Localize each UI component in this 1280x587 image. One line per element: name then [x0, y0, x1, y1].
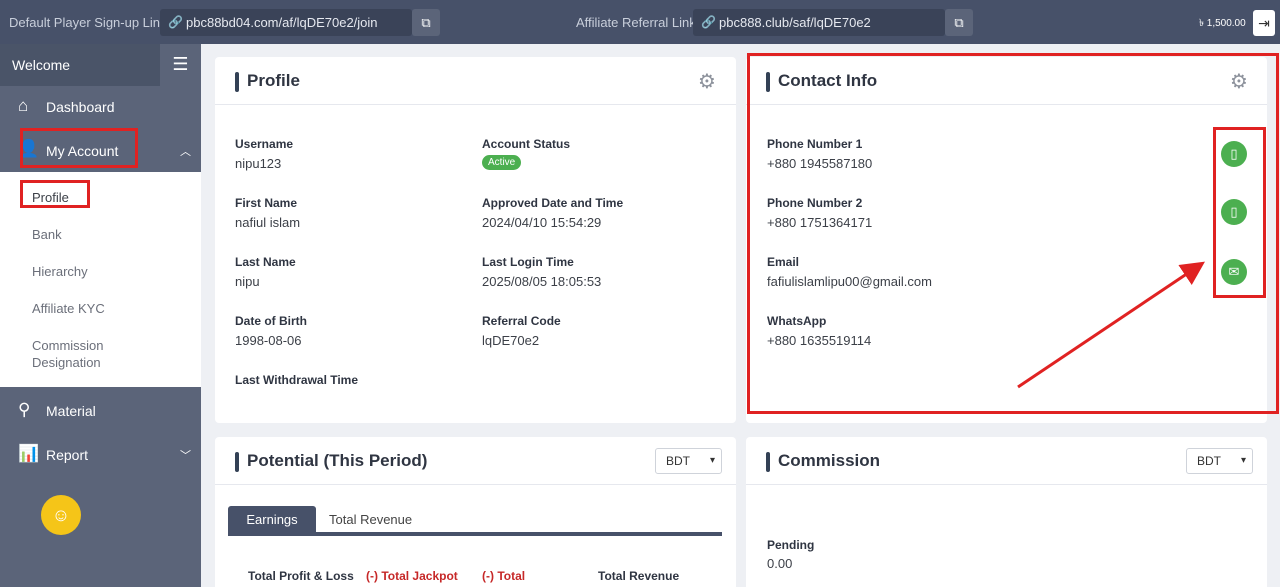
- title-accent-bar: [235, 72, 239, 92]
- last-login-value: 2025/08/05 18:05:53: [482, 274, 602, 289]
- submenu-item-designation[interactable]: Designation: [32, 355, 101, 370]
- profile-title: Profile: [247, 71, 300, 90]
- potential-title: Potential (This Period): [247, 451, 428, 470]
- submenu-item-commission[interactable]: Commission: [32, 338, 104, 353]
- sidebar-item-label: Material: [46, 403, 96, 419]
- hamburger-menu-icon[interactable]: ☰: [160, 44, 201, 86]
- title-accent-bar: [235, 452, 239, 472]
- first-name-value: nafiul islam: [235, 215, 301, 230]
- welcome-text: Welcome: [12, 57, 71, 73]
- col-total-profit-loss: Total Profit & Loss: [248, 569, 354, 583]
- sidebar-item-material[interactable]: ⚲ Material: [0, 388, 201, 431]
- copy-referral-link-button[interactable]: ⧉: [945, 9, 973, 36]
- material-icon: ⚲: [18, 400, 31, 419]
- profile-card: Profile ⚙ Username nipu123 Account Statu…: [215, 57, 736, 423]
- col-total: (-) Total: [482, 569, 526, 583]
- signup-link-label: Default Player Sign-up Link: [9, 15, 167, 30]
- commission-card: Commission BDT ▾ Pending 0.00: [746, 437, 1267, 587]
- signup-link-field[interactable]: 🔗 pbc88bd04.com/af/lqDE70e2/join: [160, 9, 412, 36]
- approved-date-label: Approved Date and Time: [482, 196, 624, 210]
- sidebar-item-report[interactable]: 📊 Report ﹀: [0, 432, 201, 475]
- chevron-down-icon: ▾: [709, 455, 715, 466]
- annotation-box-contact-icons: [1213, 127, 1266, 298]
- balance-display: ৳ 1,500.00: [1199, 18, 1246, 29]
- title-accent-bar: [766, 452, 770, 472]
- home-icon: ⌂: [18, 96, 29, 115]
- copy-signup-link-button[interactable]: ⧉: [412, 9, 440, 36]
- sidebar-item-label: Dashboard: [46, 99, 115, 115]
- tab-total-revenue[interactable]: Total Revenue: [329, 512, 412, 527]
- tab-underline: [228, 532, 722, 536]
- submenu-item-affiliate-kyc[interactable]: Affiliate KYC: [32, 301, 105, 316]
- username-label: Username: [235, 137, 294, 151]
- currency-select-value: BDT: [666, 454, 690, 468]
- account-status-label: Account Status: [482, 137, 571, 151]
- approved-date-value: 2024/04/10 15:54:29: [482, 215, 602, 230]
- chevron-down-icon: ﹀: [180, 450, 191, 462]
- submenu-item-hierarchy[interactable]: Hierarchy: [32, 264, 88, 279]
- sidebar: Welcome ☰ ⌂ Dashboard 👤 My Account ︿ Pro…: [0, 44, 201, 587]
- commission-title: Commission: [778, 451, 881, 470]
- currency-select[interactable]: BDT ▾: [655, 448, 722, 474]
- referral-link-label: Affiliate Referral Link: [576, 15, 696, 30]
- currency-select-value: BDT: [1197, 454, 1221, 468]
- referral-link-field[interactable]: 🔗 pbc888.club/saf/lqDE70e2: [693, 9, 945, 36]
- status-badge: Active: [482, 155, 522, 170]
- sidebar-item-dashboard[interactable]: ⌂ Dashboard: [0, 86, 201, 129]
- referral-code-value: lqDE70e2: [482, 333, 540, 348]
- profile-card-header: Profile ⚙: [215, 57, 736, 105]
- annotation-arrow: [1017, 261, 1205, 389]
- col-total-revenue: Total Revenue: [598, 569, 680, 583]
- pending-value: 0.00: [767, 556, 793, 571]
- last-login-label: Last Login Time: [482, 255, 574, 269]
- referral-code-label: Referral Code: [482, 314, 561, 328]
- referral-link-url: pbc888.club/saf/lqDE70e2: [719, 15, 871, 30]
- pending-label: Pending: [767, 538, 815, 552]
- dob-value: 1998-08-06: [235, 333, 302, 348]
- link-icon: 🔗: [168, 15, 183, 29]
- support-chat-icon[interactable]: ☺: [41, 495, 81, 535]
- chevron-up-icon: ︿: [180, 146, 191, 158]
- annotation-box-my-account: [20, 128, 138, 168]
- gear-icon[interactable]: ⚙: [698, 69, 716, 94]
- bar-chart-icon: 📊: [18, 444, 40, 463]
- submenu-item-bank[interactable]: Bank: [32, 227, 62, 242]
- sidebar-item-label: Report: [46, 447, 89, 463]
- last-name-label: Last Name: [235, 255, 296, 269]
- signup-link-url: pbc88bd04.com/af/lqDE70e2/join: [186, 15, 378, 30]
- dob-label: Date of Birth: [235, 314, 307, 328]
- top-bar: Default Player Sign-up Link 🔗 pbc88bd04.…: [0, 0, 1280, 44]
- username-value: nipu123: [235, 156, 282, 171]
- last-name-value: nipu: [235, 274, 260, 289]
- last-withdrawal-label: Last Withdrawal Time: [235, 373, 359, 387]
- first-name-label: First Name: [235, 196, 298, 210]
- annotation-box-profile: [20, 180, 90, 208]
- sidebar-header: Welcome ☰: [0, 44, 201, 86]
- link-icon: 🔗: [701, 15, 716, 29]
- commission-currency-select[interactable]: BDT ▾: [1186, 448, 1253, 474]
- logout-icon[interactable]: ⇥: [1253, 10, 1275, 36]
- col-total-jackpot: (-) Total Jackpot: [366, 569, 458, 583]
- chevron-down-icon: ▾: [1240, 455, 1246, 466]
